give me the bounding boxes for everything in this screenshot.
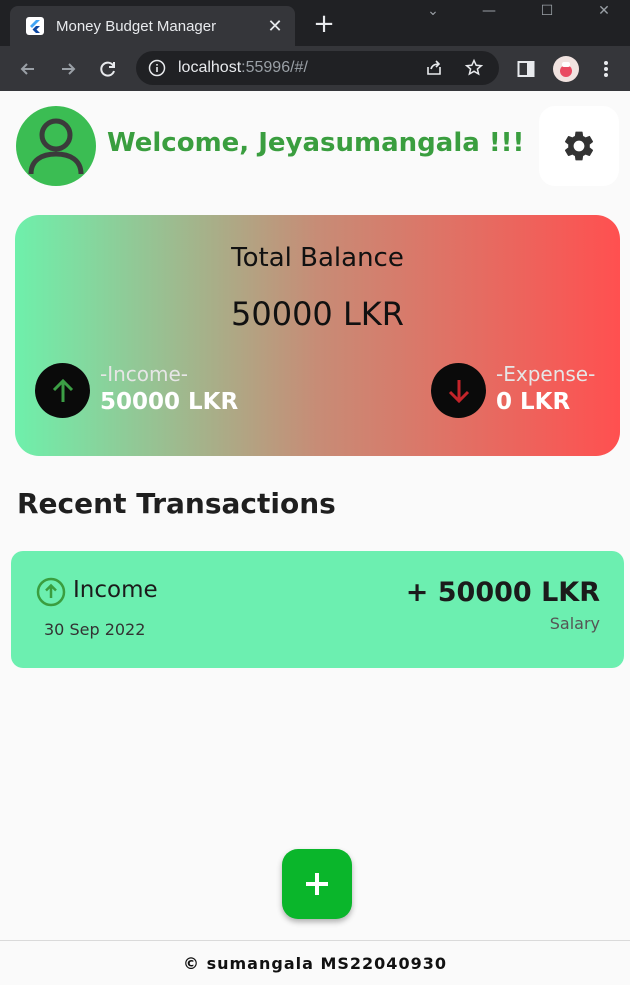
income-arrow-icon bbox=[36, 577, 66, 607]
browser-tab-bar: Money Budget Manager ✕ + ⌄ — ☐ ✕ bbox=[0, 0, 630, 46]
side-panel-icon[interactable] bbox=[506, 49, 546, 89]
income-label: -Income- bbox=[100, 362, 189, 386]
total-balance-label: Total Balance bbox=[231, 243, 404, 273]
transaction-note: Salary bbox=[549, 614, 600, 633]
income-value: 50000 LKR bbox=[100, 389, 239, 415]
total-balance-amount: 50000 LKR bbox=[230, 295, 404, 333]
transaction-amount: + 50000 LKR bbox=[405, 577, 600, 608]
user-avatar bbox=[16, 106, 96, 186]
back-icon[interactable] bbox=[8, 49, 48, 89]
balance-card: Total Balance 50000 LKR -Income- 50000 L… bbox=[15, 215, 620, 456]
new-tab-button[interactable]: + bbox=[310, 10, 338, 38]
add-transaction-button[interactable] bbox=[282, 849, 352, 919]
transaction-card[interactable]: Income 30 Sep 2022 + 50000 LKR Salary bbox=[11, 551, 624, 668]
browser-menu-icon[interactable] bbox=[586, 49, 626, 89]
address-bar[interactable]: localhost:55996/#/ bbox=[136, 51, 499, 85]
welcome-message: Welcome, Jeyasumangala !!! bbox=[107, 128, 525, 158]
footer-credit: © sumangala MS22040930 bbox=[0, 940, 630, 985]
app-page: Welcome, Jeyasumangala !!! Total Balance… bbox=[0, 91, 630, 985]
reload-icon[interactable] bbox=[88, 49, 128, 89]
tab-title: Money Budget Manager bbox=[56, 17, 217, 35]
expense-label: -Expense- bbox=[496, 362, 596, 386]
recent-transactions-title: Recent Transactions bbox=[17, 487, 336, 520]
flutter-favicon-icon bbox=[26, 17, 44, 35]
forward-icon[interactable] bbox=[48, 49, 88, 89]
url-path: :55996/#/ bbox=[241, 59, 308, 76]
close-tab-icon[interactable]: ✕ bbox=[261, 16, 289, 37]
tab-search-icon[interactable]: ⌄ bbox=[411, 0, 455, 24]
plus-icon bbox=[306, 873, 328, 895]
settings-button[interactable] bbox=[539, 106, 619, 186]
income-icon bbox=[35, 363, 90, 418]
maximize-icon[interactable]: ☐ bbox=[525, 0, 569, 24]
expense-icon bbox=[431, 363, 486, 418]
close-window-icon[interactable]: ✕ bbox=[582, 0, 626, 24]
site-info-icon[interactable] bbox=[148, 59, 166, 77]
bookmark-star-icon[interactable] bbox=[464, 58, 484, 78]
profile-avatar[interactable] bbox=[546, 49, 586, 89]
browser-toolbar: localhost:55996/#/ bbox=[0, 46, 630, 91]
expense-value: 0 LKR bbox=[496, 389, 571, 415]
share-icon[interactable] bbox=[424, 58, 444, 78]
browser-tab[interactable]: Money Budget Manager ✕ bbox=[10, 6, 295, 46]
url-host: localhost bbox=[178, 59, 242, 76]
gear-icon bbox=[564, 131, 594, 161]
transaction-type: Income bbox=[73, 577, 158, 603]
minimize-icon[interactable]: — bbox=[467, 0, 511, 24]
user-icon bbox=[28, 118, 84, 175]
transaction-date: 30 Sep 2022 bbox=[44, 620, 146, 639]
